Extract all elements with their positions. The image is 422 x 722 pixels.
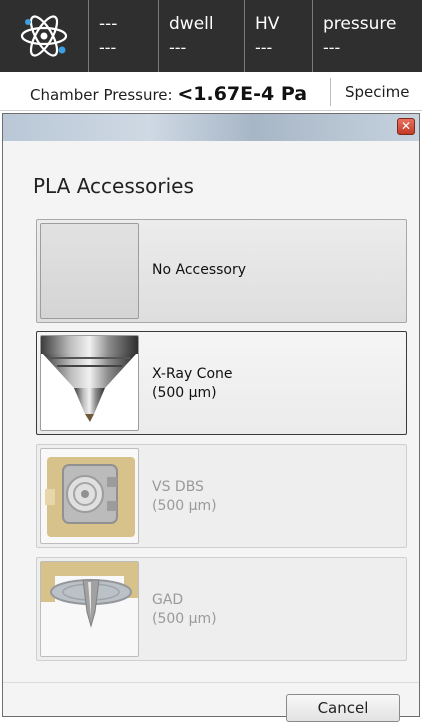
vs-dbs-image [40,448,139,544]
close-icon[interactable]: ✕ [397,118,415,135]
accessory-name: X-Ray Cone [152,366,233,382]
hv-label: HV [255,14,280,34]
dialog-titlebar[interactable]: ✕ [3,114,419,141]
status-cell-1-label: --- [99,14,118,34]
accessory-name: VS DBS [152,479,204,495]
accessory-size: (500 µm) [152,498,217,514]
accessory-size: (500 µm) [152,385,217,401]
hv-value: --- [255,38,273,57]
gad-image [40,561,139,657]
accessory-thumbnail-empty [40,223,139,319]
chamber-pressure-label: Chamber Pressure: [30,86,178,104]
cancel-button[interactable]: Cancel [286,694,400,722]
dialog-heading: PLA Accessories [33,174,194,198]
dwell-value: --- [169,38,187,57]
atom-icon[interactable] [0,0,88,72]
status-cell-pressure: pressure --- [312,0,422,72]
chamber-pressure-value: <1.67E-4 Pa [177,83,308,105]
pressure-label: pressure [323,14,397,34]
status-cell-hv: HV --- [244,0,310,72]
accessory-name: GAD [152,592,184,608]
pressure-value: --- [323,38,341,57]
accessory-gad[interactable]: GAD (500 µm) [36,557,407,661]
accessory-name: No Accessory [152,262,247,278]
top-status-bar: --- --- dwell --- HV --- pressure --- [0,0,422,72]
pla-accessories-dialog: ✕ PLA Accessories No Accessory X-Ray Con… [2,113,420,722]
dwell-label: dwell [169,14,214,34]
accessory-vs-dbs[interactable]: VS DBS (500 µm) [36,444,407,548]
xray-cone-image [40,335,139,431]
status-cell-dwell: dwell --- [158,0,246,72]
specimen-label: Specime [345,83,410,101]
accessory-no-accessory[interactable]: No Accessory [36,219,407,323]
status-cell-1: --- --- [88,0,148,72]
chamber-info-bar: Chamber Pressure: <1.67E-4 Pa Specime [0,72,422,111]
status-cell-1-value: --- [99,38,117,57]
dialog-footer-divider [3,682,419,683]
chamber-pressure: Chamber Pressure: <1.67E-4 Pa [30,83,307,105]
accessory-size: (500 µm) [152,611,217,627]
accessory-xray-cone[interactable]: X-Ray Cone (500 µm) [36,331,407,435]
info-divider [330,78,331,106]
